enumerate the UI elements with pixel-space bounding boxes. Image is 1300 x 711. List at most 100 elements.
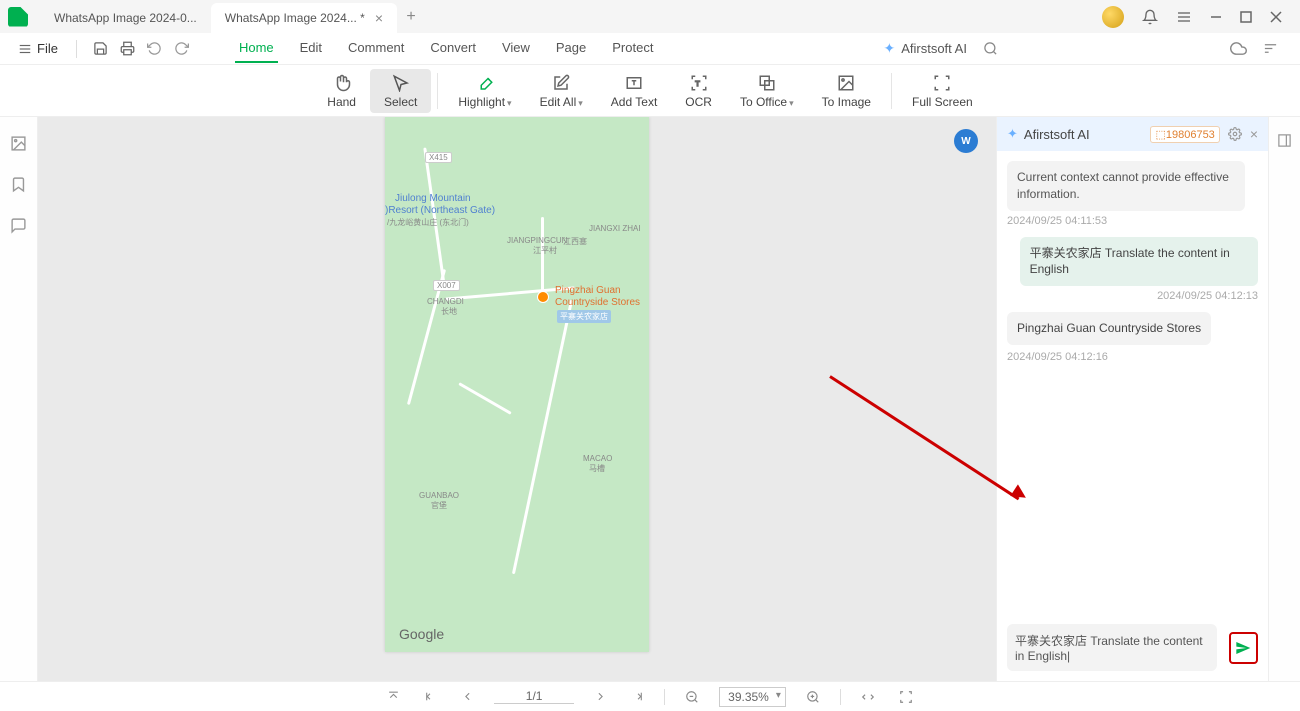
file-menu-label: File: [37, 41, 58, 56]
timestamp: 2024/09/25 04:11:53: [1007, 215, 1258, 227]
send-icon: [1235, 640, 1251, 656]
sparkle-icon: ✦: [1007, 126, 1018, 142]
menu-tab-comment[interactable]: Comment: [344, 34, 408, 63]
panel-toggle-icon[interactable]: [1277, 133, 1292, 148]
menu-tab-page[interactable]: Page: [552, 34, 590, 63]
status-bar: 1/1 39.35%: [0, 681, 1300, 711]
tool-label: To Image: [822, 95, 871, 109]
timestamp: 2024/09/25 04:12:16: [1007, 351, 1258, 363]
right-sidebar: [1268, 117, 1300, 681]
menu-tab-convert[interactable]: Convert: [426, 34, 480, 63]
gear-icon[interactable]: [1228, 127, 1242, 141]
ai-credit-badge: ⬚19806753: [1150, 126, 1219, 143]
notifications-icon[interactable]: [1142, 9, 1158, 25]
map-label: 江西塞: [563, 236, 587, 247]
menu-tab-protect[interactable]: Protect: [608, 34, 657, 63]
app-logo-icon: [8, 7, 28, 27]
map-poi-label: 平寨关农家店: [557, 310, 611, 323]
titlebar-right: [1102, 6, 1300, 28]
maximize-icon[interactable]: [1240, 11, 1252, 23]
close-panel-icon[interactable]: ×: [1250, 126, 1258, 142]
redo-icon[interactable]: [168, 37, 195, 60]
to-office-tool-button[interactable]: To Office▾: [726, 69, 808, 113]
map-label: CHANGDI: [427, 297, 464, 306]
comment-icon[interactable]: [10, 217, 27, 234]
tool-label: To Office▾: [740, 95, 794, 109]
menu-tab-home[interactable]: Home: [235, 34, 278, 63]
divider: [437, 73, 438, 109]
document-viewport[interactable]: X415 X007 Jiulong Mountain )Resort (Nort…: [38, 117, 996, 681]
timestamp: 2024/09/25 04:12:13: [1007, 290, 1258, 302]
ai-menu-label: Afirstsoft AI: [901, 41, 967, 56]
text-icon: [625, 73, 643, 93]
tool-label: Select: [384, 95, 417, 109]
divider: [891, 73, 892, 109]
file-menu-button[interactable]: File: [10, 38, 66, 59]
hand-tool-button[interactable]: Hand: [313, 69, 370, 113]
tab-label: WhatsApp Image 2024... *: [225, 11, 365, 25]
export-word-button[interactable]: W: [954, 129, 978, 153]
map-label: )Resort (Northeast Gate): [385, 205, 495, 216]
document-tab[interactable]: WhatsApp Image 2024-0...: [40, 3, 211, 33]
map-label: MACAO: [583, 454, 612, 463]
save-icon[interactable]: [87, 37, 114, 60]
menu-bar: File Home Edit Comment Convert View Page…: [0, 33, 1300, 65]
ai-message-system: Current context cannot provide effective…: [1007, 161, 1245, 211]
svg-text:T: T: [695, 79, 700, 88]
new-tab-button[interactable]: +: [397, 8, 425, 26]
ai-menu-button[interactable]: ✦ Afirstsoft AI: [883, 40, 966, 57]
ribbon-toolbar: Hand Select Highlight▾ Edit All▾ Add Tex…: [0, 65, 1300, 117]
document-tab-active[interactable]: WhatsApp Image 2024... * ×: [211, 3, 397, 33]
sliders-icon[interactable]: [1263, 41, 1278, 56]
map-marker-icon: [537, 291, 549, 303]
map-label: JIANGPINGCUN: [507, 236, 567, 245]
ai-message-reply: Pingzhai Guan Countryside Stores: [1007, 312, 1211, 345]
tool-label: Hand: [327, 95, 356, 109]
menu-tabs: Home Edit Comment Convert View Page Prot…: [235, 34, 658, 63]
document-page: X415 X007 Jiulong Mountain )Resort (Nort…: [385, 117, 649, 652]
map-label: JIANGXI ZHAI: [589, 224, 641, 233]
minimize-icon[interactable]: [1210, 11, 1222, 23]
search-icon[interactable]: [977, 37, 1004, 60]
ocr-tool-button[interactable]: T OCR: [671, 69, 726, 113]
ai-send-button[interactable]: [1229, 632, 1258, 664]
tool-label: Highlight▾: [458, 95, 511, 109]
cloud-icon[interactable]: [1230, 40, 1247, 57]
menu-tab-edit[interactable]: Edit: [296, 34, 326, 63]
sparkle-icon: ✦: [883, 40, 895, 57]
undo-icon[interactable]: [141, 37, 168, 60]
to-image-tool-button[interactable]: To Image: [808, 69, 885, 113]
close-tab-icon[interactable]: ×: [375, 10, 383, 26]
select-tool-button[interactable]: Select: [370, 69, 431, 113]
cursor-icon: [392, 73, 410, 93]
ai-input-field[interactable]: 平寨关农家店 Translate the content in English|: [1007, 624, 1217, 671]
map-label: 长地: [441, 306, 457, 317]
hamburger-menu-icon[interactable]: [1176, 9, 1192, 25]
main-area: X415 X007 Jiulong Mountain )Resort (Nort…: [0, 117, 1300, 681]
map-road-badge: X007: [433, 280, 460, 291]
bookmark-icon[interactable]: [10, 176, 27, 193]
map-label: Countryside Stores: [555, 297, 640, 308]
menu-tab-view[interactable]: View: [498, 34, 534, 63]
add-text-tool-button[interactable]: Add Text: [597, 69, 671, 113]
print-icon[interactable]: [114, 37, 141, 60]
user-avatar-icon[interactable]: [1102, 6, 1124, 28]
divider: [76, 40, 77, 58]
thumbnails-icon[interactable]: [10, 135, 27, 152]
menu-right-icons: [1230, 40, 1290, 57]
close-window-icon[interactable]: [1270, 11, 1282, 23]
edit-all-tool-button[interactable]: Edit All▾: [526, 69, 597, 113]
tool-label: Add Text: [611, 95, 657, 109]
ai-panel-header: ✦ Afirstsoft AI ⬚19806753 ×: [997, 117, 1268, 151]
tool-label: Edit All▾: [540, 95, 583, 109]
fullscreen-tool-button[interactable]: Full Screen: [898, 69, 987, 113]
ocr-icon: T: [690, 73, 708, 93]
highlight-tool-button[interactable]: Highlight▾: [444, 69, 525, 113]
map-label: Jiulong Mountain: [395, 193, 471, 204]
map-label: /九龙峪黄山庄 (东北门): [387, 217, 469, 228]
tool-label: OCR: [685, 95, 712, 109]
title-bar: WhatsApp Image 2024-0... WhatsApp Image …: [0, 0, 1300, 33]
office-icon: [758, 73, 776, 93]
hand-icon: [333, 73, 351, 93]
tool-label: Full Screen: [912, 95, 973, 109]
